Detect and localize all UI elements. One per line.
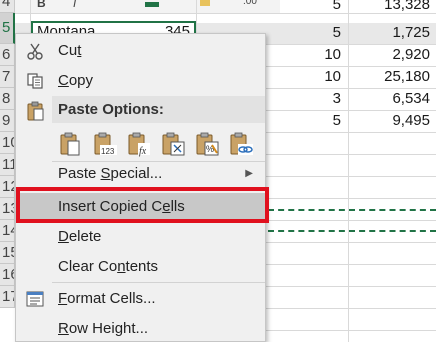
menu-label: Format Cells... bbox=[58, 290, 156, 307]
menu-label: Row Height... bbox=[58, 320, 149, 337]
row-header[interactable]: 13 bbox=[0, 198, 15, 220]
copy-icon bbox=[26, 72, 44, 90]
row-header[interactable]: 16 bbox=[0, 264, 15, 286]
paste-link-icon[interactable] bbox=[228, 131, 254, 157]
italic-icon[interactable]: I bbox=[73, 0, 76, 10]
copy-marquee-bottom bbox=[268, 230, 436, 232]
cell-total[interactable]: 6,534 bbox=[352, 88, 430, 110]
decimal-icon[interactable]: .00 bbox=[243, 0, 257, 7]
paste-values-icon[interactable]: 123 bbox=[92, 131, 118, 157]
row-header[interactable]: 15 bbox=[0, 242, 15, 264]
row-header[interactable]: 10 bbox=[0, 132, 15, 154]
cell-total[interactable]: 25,180 bbox=[352, 66, 430, 88]
svg-text:fx: fx bbox=[139, 146, 147, 157]
cell-qty[interactable]: 10 bbox=[268, 66, 341, 88]
menu-item-row-height[interactable]: Row Height... bbox=[16, 315, 265, 341]
highlight-annotation-box bbox=[16, 187, 269, 223]
cell-total[interactable]: 2,920 bbox=[352, 44, 430, 66]
submenu-arrow-icon: ▶ bbox=[245, 168, 253, 179]
menu-label: Paste Special... bbox=[58, 165, 163, 182]
row-header[interactable]: 6 bbox=[0, 44, 15, 66]
menu-label: Cut bbox=[58, 42, 82, 59]
menu-label: Copy bbox=[58, 72, 94, 89]
menu-item-cut[interactable]: Cut bbox=[16, 37, 265, 65]
cell-total[interactable]: 1,725 bbox=[352, 22, 430, 44]
row-header[interactable]: 17 bbox=[0, 286, 15, 308]
toolbar-remnant: B I .00 bbox=[15, 0, 280, 14]
cell-qty[interactable]: 3 bbox=[268, 88, 341, 110]
row-header[interactable]: 8 bbox=[0, 88, 15, 110]
bold-icon[interactable]: B bbox=[37, 0, 46, 10]
cell-qty[interactable]: 5 bbox=[268, 0, 341, 16]
cell-qty[interactable]: 5 bbox=[268, 22, 341, 44]
paste-formatting-icon[interactable]: % bbox=[194, 131, 220, 157]
row-header[interactable]: 4 bbox=[0, 0, 15, 13]
menu-separator bbox=[52, 282, 265, 283]
fill-color-icon[interactable] bbox=[200, 0, 210, 6]
format-cells-icon bbox=[26, 290, 44, 308]
column-divider bbox=[348, 0, 349, 342]
row-header-selected[interactable]: 5 bbox=[0, 13, 15, 44]
menu-item-clear-contents[interactable]: Clear Contents bbox=[16, 253, 265, 281]
cell-qty[interactable]: 5 bbox=[268, 110, 341, 132]
cell-qty[interactable]: 10 bbox=[268, 44, 341, 66]
row-header[interactable]: 9 bbox=[0, 110, 15, 132]
scissors-icon bbox=[26, 42, 44, 60]
paste-formulas-icon[interactable]: fx bbox=[126, 131, 152, 157]
row-header[interactable]: 12 bbox=[0, 176, 15, 198]
font-color-bar[interactable] bbox=[145, 2, 159, 7]
row-header[interactable]: 7 bbox=[0, 66, 15, 88]
menu-item-copy[interactable]: Copy bbox=[16, 67, 265, 95]
menu-item-format-cells[interactable]: Format Cells... bbox=[16, 285, 265, 313]
cell-total[interactable]: 13,328 bbox=[352, 0, 430, 16]
cell-total[interactable]: 9,495 bbox=[352, 110, 430, 132]
paste-icon[interactable] bbox=[58, 131, 84, 157]
menu-item-paste-special[interactable]: Paste Special... ▶ bbox=[16, 160, 265, 188]
menu-label: Delete bbox=[58, 228, 102, 245]
svg-text:123: 123 bbox=[101, 147, 115, 156]
row-header[interactable]: 14 bbox=[0, 220, 15, 242]
clipboard-icon bbox=[26, 101, 44, 121]
menu-item-delete[interactable]: Delete bbox=[16, 223, 265, 251]
row-header[interactable]: 11 bbox=[0, 154, 15, 176]
copy-marquee-top bbox=[268, 209, 436, 211]
menu-label: Clear Contents bbox=[58, 258, 159, 275]
paste-transpose-icon[interactable] bbox=[160, 131, 186, 157]
paste-options-header: Paste Options: bbox=[52, 96, 265, 123]
